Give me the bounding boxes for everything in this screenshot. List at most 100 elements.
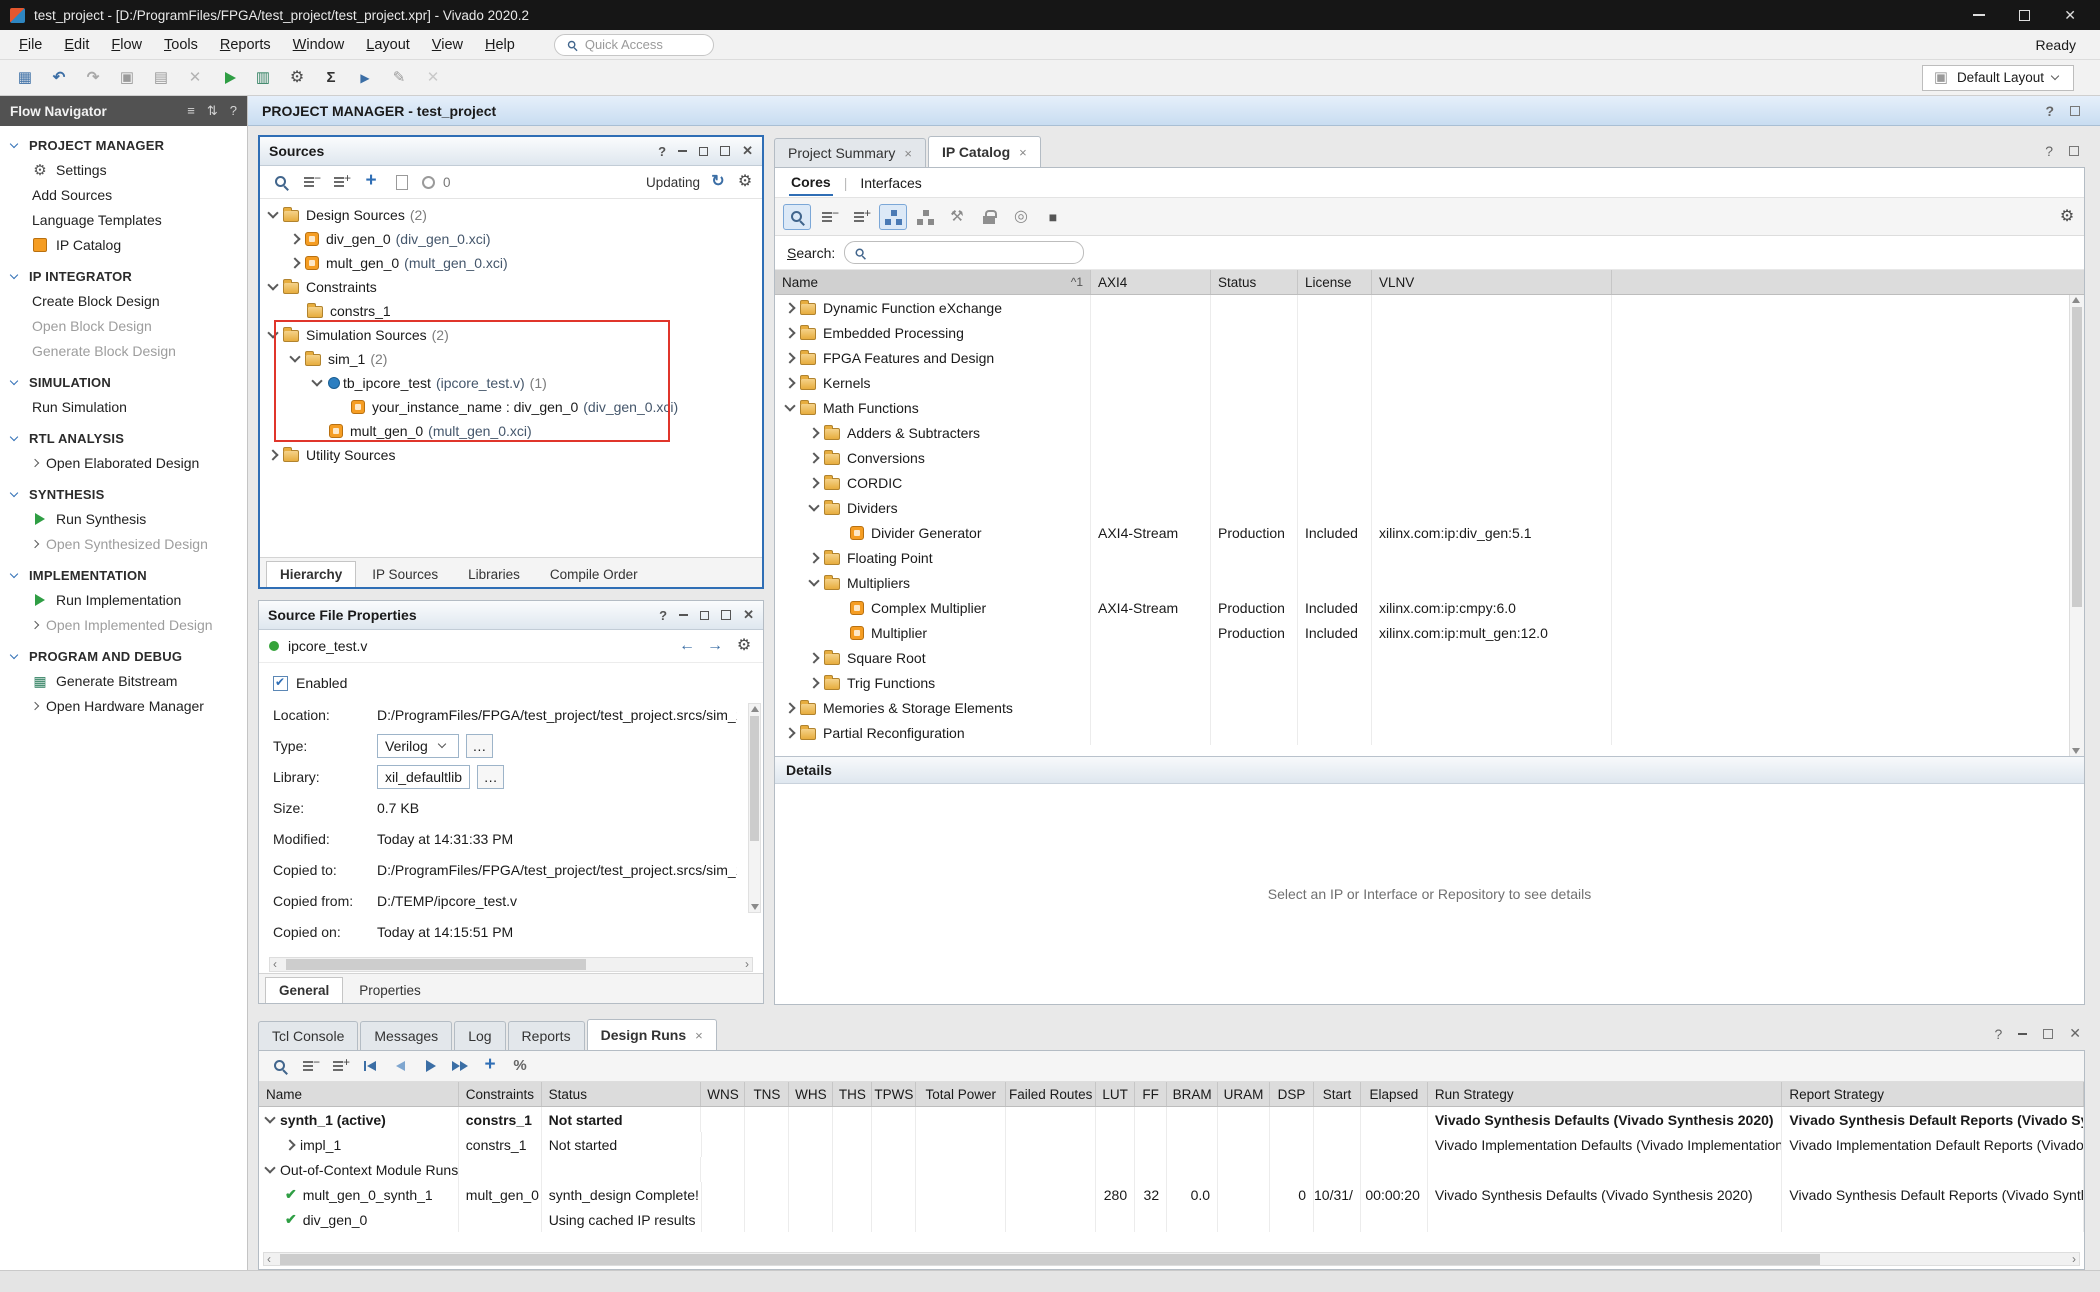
flownav-section-implementation[interactable]: IMPLEMENTATION bbox=[0, 564, 247, 587]
menu-edit[interactable]: Edit bbox=[53, 30, 100, 60]
chevron-right-icon[interactable] bbox=[808, 652, 819, 663]
flownav-item-open-hardware-manager[interactable]: Open Hardware Manager bbox=[0, 693, 247, 718]
undo-icon[interactable] bbox=[44, 64, 74, 92]
hierarchy-icon[interactable] bbox=[879, 204, 907, 230]
run-step-icon[interactable] bbox=[350, 64, 380, 92]
flownav-item-add-sources[interactable]: Add Sources bbox=[0, 182, 247, 207]
runs-column-constraints[interactable]: Constraints bbox=[459, 1082, 542, 1106]
step-back-icon[interactable] bbox=[387, 1054, 413, 1078]
ip-category-multipliers[interactable]: Multipliers bbox=[775, 570, 2084, 595]
back-icon[interactable]: ← bbox=[679, 637, 695, 655]
bottom-tab-messages[interactable]: Messages bbox=[360, 1021, 452, 1050]
chevron-right-icon[interactable] bbox=[784, 702, 795, 713]
collapse-all-icon[interactable] bbox=[815, 204, 843, 230]
close-icon[interactable]: × bbox=[1019, 145, 1027, 160]
run-row-mult-gen-0-synth-1[interactable]: ✔mult_gen_0_synth_1mult_gen_0synth_desig… bbox=[259, 1182, 2084, 1207]
ip-category-adders-subtracters[interactable]: Adders & Subtracters bbox=[775, 420, 2084, 445]
chevron-down-icon[interactable] bbox=[289, 351, 300, 362]
sources-tab-hierarchy[interactable]: Hierarchy bbox=[266, 561, 356, 588]
help-icon[interactable]: ? bbox=[659, 608, 667, 623]
doc-tab-project-summary[interactable]: Project Summary× bbox=[774, 138, 926, 167]
enabled-checkbox[interactable] bbox=[273, 676, 288, 691]
copy-icon[interactable] bbox=[112, 64, 142, 92]
flownav-item-open-block-design[interactable]: Open Block Design bbox=[0, 313, 247, 338]
ip-column-name[interactable]: Name^1 bbox=[775, 270, 1091, 294]
ip-category-embedded-processing[interactable]: Embedded Processing bbox=[775, 320, 2084, 345]
ip-search-input[interactable] bbox=[844, 241, 1084, 264]
play-icon[interactable] bbox=[417, 1054, 443, 1078]
minimize-icon[interactable] bbox=[679, 614, 688, 616]
help-icon[interactable]: ? bbox=[2045, 143, 2053, 159]
gear-icon[interactable] bbox=[736, 173, 754, 191]
ip-column-license[interactable]: License bbox=[1298, 270, 1372, 294]
chevron-right-icon[interactable] bbox=[808, 552, 819, 563]
runs-column-ths[interactable]: THS bbox=[833, 1082, 872, 1106]
chevron-down-icon[interactable] bbox=[311, 375, 322, 386]
ip-row-divider-generator[interactable]: Divider GeneratorAXI4-StreamProductionIn… bbox=[775, 520, 2084, 545]
filter-badge-icon[interactable] bbox=[422, 176, 435, 189]
close-icon[interactable]: × bbox=[695, 1028, 703, 1043]
runs-column-lut[interactable]: LUT bbox=[1096, 1082, 1135, 1106]
collapse-all-icon[interactable] bbox=[297, 1054, 323, 1078]
ip-column-vlnv[interactable]: VLNV bbox=[1372, 270, 1612, 294]
close-icon[interactable]: ✕ bbox=[743, 607, 754, 623]
float-icon[interactable] bbox=[2069, 146, 2079, 156]
runs-column-tns[interactable]: TNS bbox=[745, 1082, 789, 1106]
settings-icon[interactable] bbox=[282, 64, 312, 92]
float-icon[interactable] bbox=[700, 611, 709, 620]
bottom-tab-tcl-console[interactable]: Tcl Console bbox=[258, 1021, 358, 1050]
minimize-button[interactable] bbox=[1973, 14, 1985, 16]
flownav-item-run-implementation[interactable]: Run Implementation bbox=[0, 587, 247, 612]
layout-selector[interactable]: Default Layout bbox=[1922, 65, 2074, 91]
program-device-icon[interactable] bbox=[248, 64, 278, 92]
chevron-right-icon[interactable] bbox=[784, 352, 795, 363]
flownav-section-synthesis[interactable]: SYNTHESIS bbox=[0, 483, 247, 506]
minimize-icon[interactable] bbox=[2018, 1033, 2027, 1035]
help-icon[interactable]: ? bbox=[658, 144, 666, 159]
search-icon[interactable] bbox=[267, 1054, 293, 1078]
maximize-icon[interactable] bbox=[721, 610, 731, 620]
maximize-button[interactable] bbox=[2019, 10, 2030, 21]
menu-flow[interactable]: Flow bbox=[100, 30, 153, 60]
save-icon[interactable] bbox=[10, 64, 40, 92]
ip-row-complex-multiplier[interactable]: Complex MultiplierAXI4-StreamProductionI… bbox=[775, 595, 2084, 620]
chevron-down-icon[interactable] bbox=[784, 400, 795, 411]
flownav-section-program-and-debug[interactable]: PROGRAM AND DEBUG bbox=[0, 645, 247, 668]
chevron-down-icon[interactable] bbox=[264, 1162, 275, 1173]
chevron-right-icon[interactable] bbox=[289, 233, 300, 244]
cancel-icon[interactable] bbox=[418, 64, 448, 92]
menu-layout[interactable]: Layout bbox=[355, 30, 421, 60]
flownav-section-project-manager[interactable]: PROJECT MANAGER bbox=[0, 134, 247, 157]
target-icon[interactable] bbox=[1007, 204, 1035, 230]
add-icon[interactable] bbox=[358, 170, 384, 194]
chevron-right-icon[interactable] bbox=[784, 302, 795, 313]
flownav-section-rtl-analysis[interactable]: RTL ANALYSIS bbox=[0, 427, 247, 450]
help-icon[interactable]: ? bbox=[230, 103, 237, 119]
browse-button[interactable]: … bbox=[477, 765, 504, 789]
chevron-right-icon[interactable] bbox=[808, 452, 819, 463]
flownav-item-language-templates[interactable]: Language Templates bbox=[0, 207, 247, 232]
runs-column-status[interactable]: Status bbox=[542, 1082, 702, 1106]
step-first-icon[interactable] bbox=[357, 1054, 383, 1078]
close-button[interactable]: ✕ bbox=[2064, 7, 2076, 24]
chevron-right-icon[interactable] bbox=[808, 477, 819, 488]
flownav-item-open-elaborated-design[interactable]: Open Elaborated Design bbox=[0, 450, 247, 475]
paste-icon[interactable] bbox=[146, 64, 176, 92]
delete-icon[interactable] bbox=[180, 64, 210, 92]
ip-column-axi4[interactable]: AXI4 bbox=[1091, 270, 1211, 294]
ip-row-multiplier[interactable]: MultiplierProductionIncludedxilinx.com:i… bbox=[775, 620, 2084, 645]
chevron-right-icon[interactable] bbox=[808, 677, 819, 688]
ip-category-partial-reconfiguration[interactable]: Partial Reconfiguration bbox=[775, 720, 2084, 745]
close-icon[interactable]: × bbox=[904, 146, 912, 161]
chevron-down-icon[interactable] bbox=[264, 1112, 275, 1123]
fast-forward-icon[interactable] bbox=[447, 1054, 473, 1078]
source-row-mult-gen-0[interactable]: mult_gen_0(mult_gen_0.xci) bbox=[260, 251, 762, 275]
flownav-section-simulation[interactable]: SIMULATION bbox=[0, 371, 247, 394]
browse-button[interactable]: … bbox=[466, 734, 493, 758]
properties-vertical-scrollbar[interactable] bbox=[748, 703, 761, 913]
chevron-right-icon[interactable] bbox=[784, 377, 795, 388]
menu-reports[interactable]: Reports bbox=[209, 30, 282, 60]
runs-column-failed-routes[interactable]: Failed Routes bbox=[1006, 1082, 1096, 1106]
file-icon[interactable] bbox=[388, 170, 414, 194]
expand-all-icon[interactable] bbox=[327, 1054, 353, 1078]
